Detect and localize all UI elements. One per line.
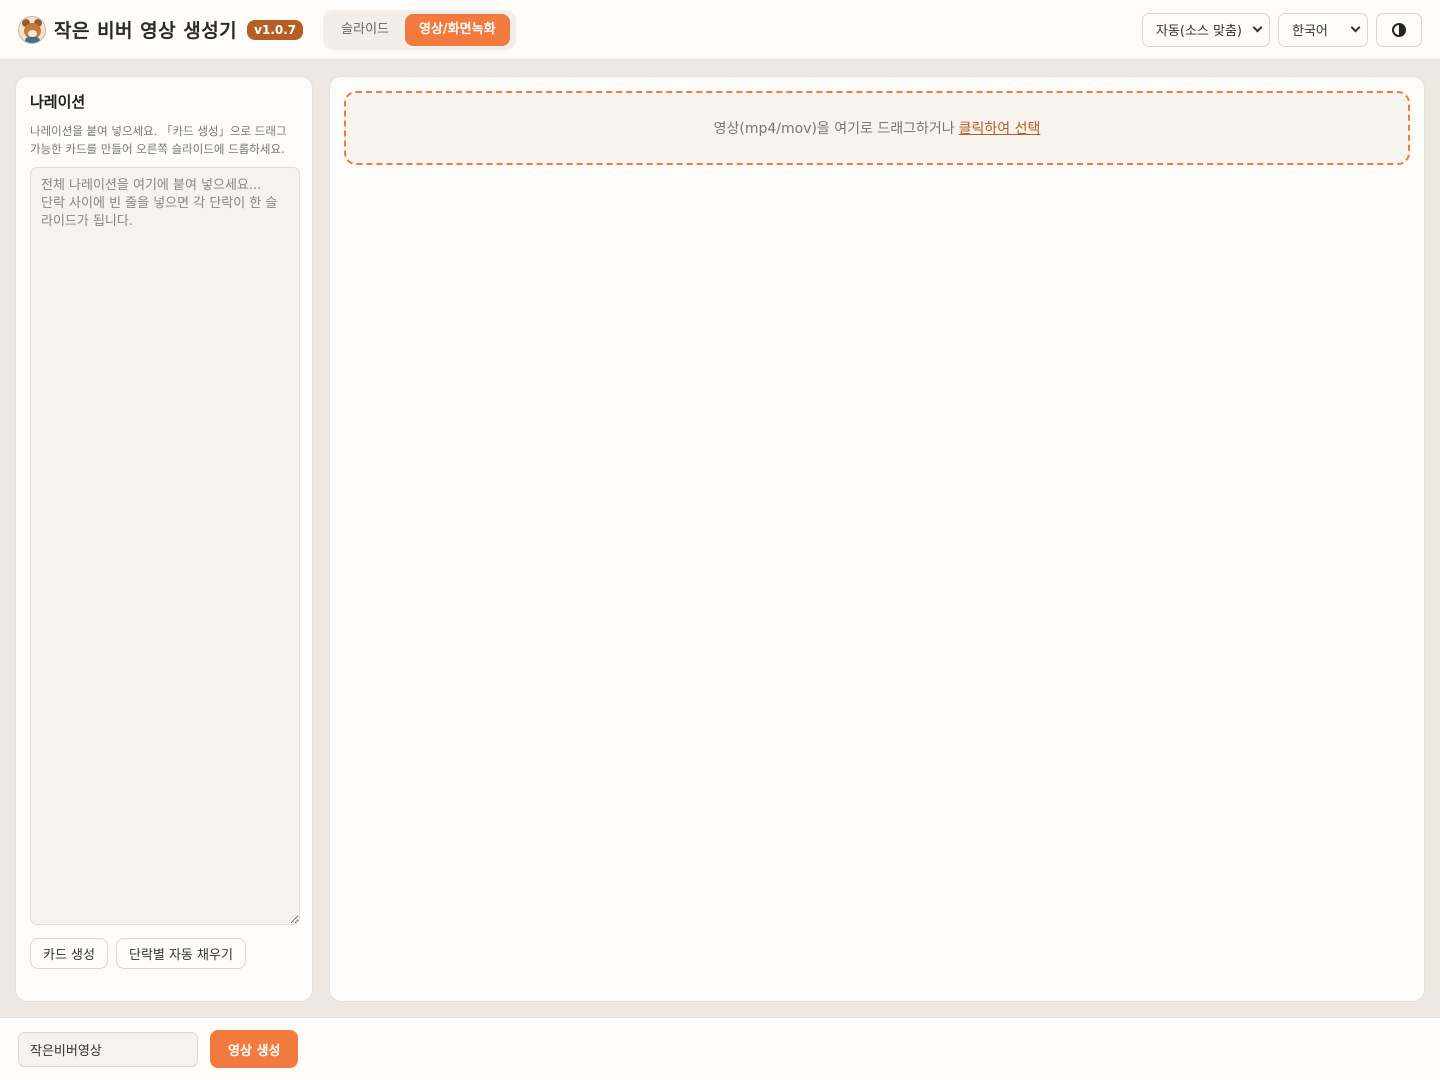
filename-input[interactable] (18, 1031, 198, 1067)
chevron-down-icon (1252, 22, 1263, 33)
chevron-down-icon (1350, 22, 1361, 33)
language-select-value: 한국어 (1292, 24, 1328, 39)
generate-video-button[interactable]: 영상 생성 (210, 1030, 299, 1068)
theme-toggle-button[interactable] (1376, 12, 1422, 47)
app-footer: 영상 생성 (0, 1017, 1440, 1080)
version-badge: v1.0.7 (247, 19, 304, 40)
app-title: 작은 비버 영상 생성기 (54, 20, 238, 42)
narration-panel: 나레이션 나레이션을 붙여 넣으세요. 「카드 생성」으로 드래그 가능한 카드… (15, 76, 313, 1002)
app-header: 작은 비버 영상 생성기 v1.0.7 슬라이드 영상/화면녹화 자동(소스 맞… (0, 0, 1440, 60)
select-file-link[interactable]: 클릭하여 선택 (959, 118, 1041, 138)
dropzone-text: 영상(mp4/mov)을 여기로 드래그하거나 (713, 121, 955, 137)
header-controls: 자동(소스 맞춤) 한국어 (1134, 12, 1422, 47)
tab-slides[interactable]: 슬라이드 (327, 14, 403, 46)
resolution-select-value: 자동(소스 맞춤) (1155, 24, 1242, 39)
narration-description: 나레이션을 붙여 넣으세요. 「카드 생성」으로 드래그 가능한 카드를 만들어… (30, 124, 287, 156)
narration-title: 나레이션 (30, 93, 86, 111)
mode-tabs: 슬라이드 영상/화면녹화 (323, 9, 516, 50)
video-panel: 영상(mp4/mov)을 여기로 드래그하거나 클릭하여 선택 (329, 76, 1425, 1002)
language-select[interactable]: 한국어 (1278, 12, 1368, 47)
create-cards-button[interactable]: 카드 생성 (30, 938, 108, 969)
resolution-select[interactable]: 자동(소스 맞춤) (1141, 12, 1270, 47)
auto-fill-button[interactable]: 단락별 자동 채우기 (115, 938, 246, 969)
half-circle-icon (1392, 22, 1406, 37)
beaver-logo-icon (18, 15, 46, 44)
video-dropzone[interactable]: 영상(mp4/mov)을 여기로 드래그하거나 클릭하여 선택 (344, 91, 1410, 165)
tab-video-recording[interactable]: 영상/화면녹화 (405, 13, 510, 46)
narration-actions: 카드 생성 단락별 자동 채우기 (30, 938, 298, 969)
narration-textarea[interactable] (30, 167, 300, 925)
